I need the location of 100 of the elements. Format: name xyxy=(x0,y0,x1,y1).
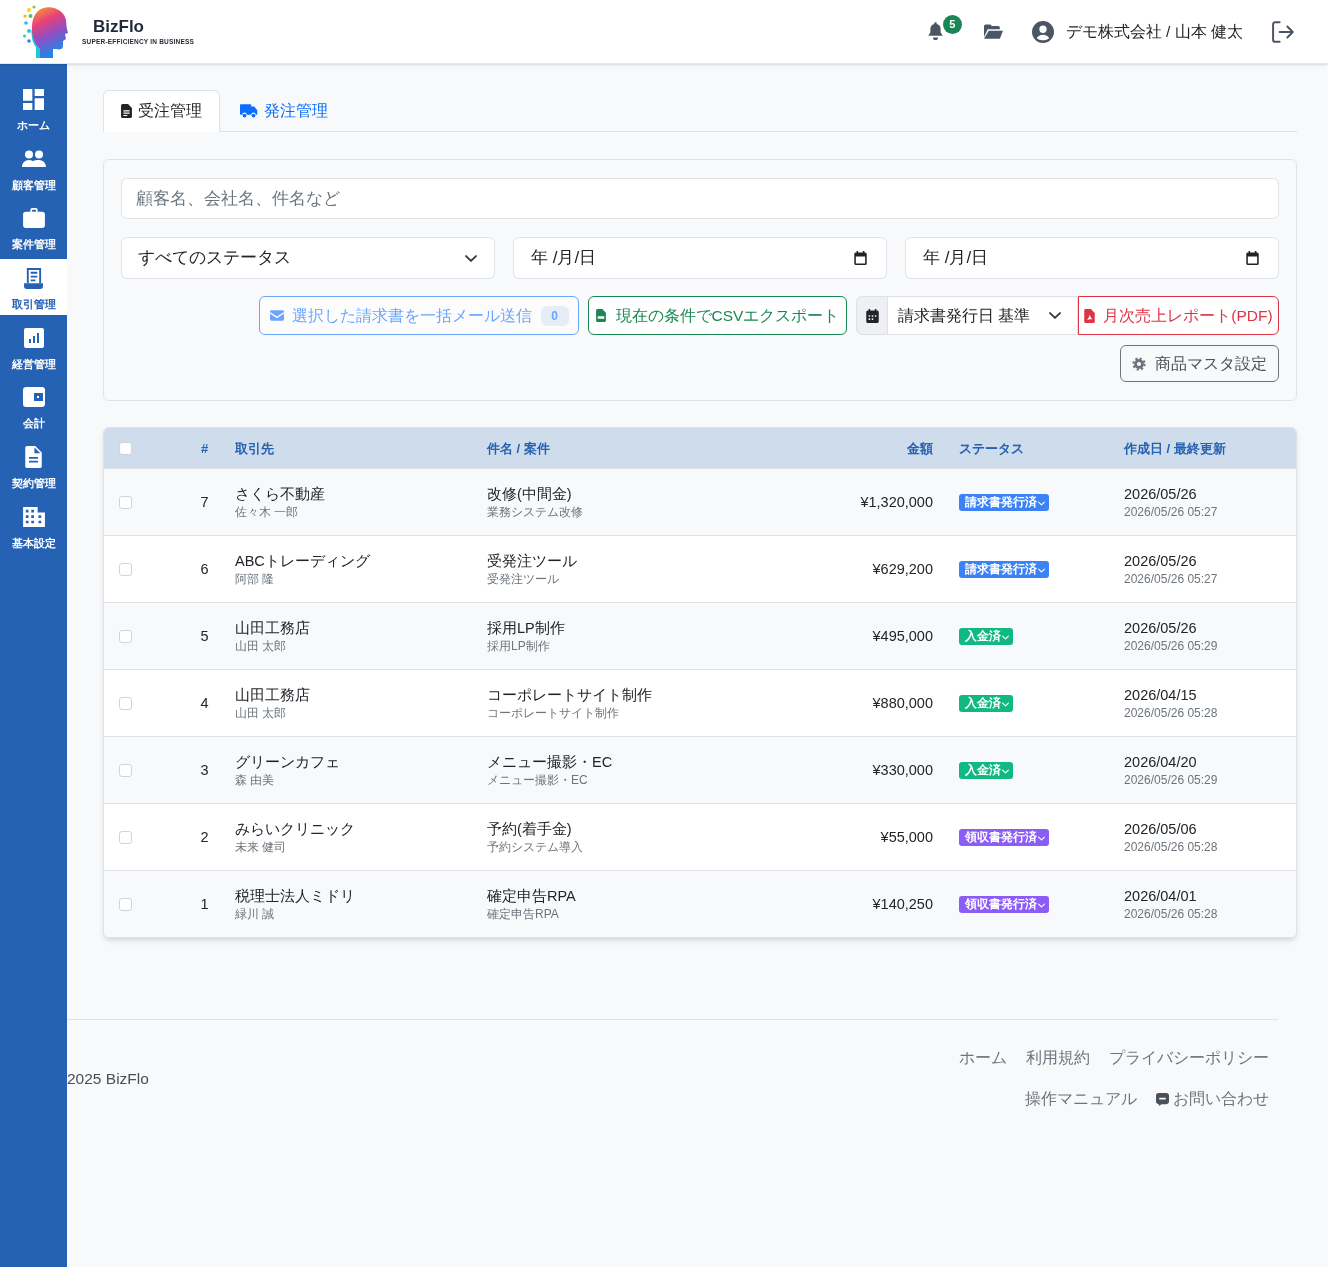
contact-name: 山田 太郎 xyxy=(235,637,287,654)
status-dropdown[interactable]: 入金済 xyxy=(959,627,1013,645)
csv-export-button[interactable]: 現在の条件でCSVエクスポート xyxy=(588,296,847,335)
count-badge: 0 xyxy=(540,305,569,326)
status-dropdown[interactable]: 入金済 xyxy=(959,694,1013,712)
deal-title: 受発注ツール xyxy=(487,551,577,571)
folder-icon[interactable] xyxy=(983,24,1003,39)
created-date: 2026/05/06 xyxy=(1124,819,1197,839)
column-header: 作成日 / 最終更新 xyxy=(1124,441,1226,456)
project-name: 業務システム改修 xyxy=(487,503,583,520)
updated-datetime: 2026/05/26 05:27 xyxy=(1124,570,1218,587)
file-icon xyxy=(1084,308,1096,323)
checkbox[interactable] xyxy=(119,629,132,643)
status-dropdown[interactable]: 請求書発行済 xyxy=(959,560,1049,578)
row-number: 7 xyxy=(200,494,209,510)
deal-title: 採用LP制作 xyxy=(487,618,565,638)
project-name: 採用LP制作 xyxy=(487,637,550,654)
logout-icon[interactable] xyxy=(1272,20,1295,43)
created-date: 2026/05/26 xyxy=(1124,484,1197,504)
amount: ¥140,250 xyxy=(872,896,933,912)
project-name: 予約システム導入 xyxy=(487,838,583,855)
document-icon xyxy=(25,446,42,469)
tab[interactable]: 発注管理 xyxy=(220,90,346,132)
checkbox[interactable] xyxy=(119,763,132,777)
tab[interactable]: 受注管理 xyxy=(103,90,220,132)
chevron-down-icon xyxy=(1038,903,1045,908)
status-dropdown[interactable]: 入金済 xyxy=(959,761,1013,779)
updated-datetime: 2026/05/26 05:27 xyxy=(1124,503,1218,520)
monthly-report-button[interactable]: 月次売上レポート(PDF) xyxy=(1078,296,1279,335)
row-number: 2 xyxy=(200,829,209,845)
status-select[interactable]: すべてのステータス xyxy=(121,237,495,279)
truck-icon xyxy=(240,104,258,118)
footer-link[interactable]: 利用規約 xyxy=(1026,1046,1090,1070)
amount: ¥629,200 xyxy=(872,561,933,577)
date-field[interactable]: 年 /月/日 xyxy=(905,237,1279,279)
sidebar-item[interactable]: 経営管理 xyxy=(0,318,67,375)
chevron-down-icon xyxy=(1002,769,1009,774)
created-date: 2026/05/26 xyxy=(1124,618,1197,638)
created-date: 2026/04/01 xyxy=(1124,886,1197,906)
chat-icon xyxy=(1156,1092,1169,1106)
sidebar-item[interactable]: 会計 xyxy=(0,378,67,435)
bar-chart-icon xyxy=(23,327,44,348)
date-basis-select[interactable]: 請求書発行日 基準 xyxy=(888,296,1078,335)
client-name: グリーンカフェ xyxy=(235,752,340,772)
product-master-button[interactable]: 商品マスタ設定 xyxy=(1120,345,1279,382)
receipt-icon xyxy=(24,267,43,289)
sidebar-item[interactable]: ホーム xyxy=(0,80,67,136)
sidebar-item[interactable]: 基本設定 xyxy=(0,497,67,554)
checkbox[interactable] xyxy=(119,495,132,509)
sidebar-item[interactable]: 案件管理 xyxy=(0,199,67,256)
row-number: 3 xyxy=(200,762,209,778)
dashboard-icon xyxy=(23,88,44,110)
deal-title: メニュー撮影・EC xyxy=(487,752,613,772)
updated-datetime: 2026/05/26 05:28 xyxy=(1124,905,1218,922)
checkbox[interactable] xyxy=(119,897,132,911)
bell-icon[interactable] xyxy=(926,22,944,41)
date-field[interactable]: 年 /月/日 xyxy=(513,237,887,279)
column-header: ステータス xyxy=(959,441,1024,456)
calendar-icon xyxy=(854,251,867,265)
chevron-down-icon xyxy=(1049,312,1061,319)
head-logo-icon xyxy=(22,4,68,59)
updated-datetime: 2026/05/26 05:28 xyxy=(1124,838,1218,855)
amount: ¥1,320,000 xyxy=(860,494,933,510)
footer-link[interactable]: プライバシーポリシー xyxy=(1109,1046,1269,1070)
user-avatar-icon[interactable] xyxy=(1031,20,1054,43)
client-name: ABCトレーディング xyxy=(235,551,370,571)
footer-link[interactable]: お問い合わせ xyxy=(1156,1087,1269,1111)
amount: ¥55,000 xyxy=(880,829,933,845)
column-header: 取引先 xyxy=(235,441,274,456)
chevron-down-icon xyxy=(465,254,477,262)
deal-title: 予約(着手金) xyxy=(487,819,572,839)
sidebar-item[interactable]: 顧客管理 xyxy=(0,139,67,196)
client-name: 山田工務店 xyxy=(235,618,310,638)
checkbox[interactable] xyxy=(119,830,132,844)
footer-link[interactable]: ホーム xyxy=(959,1046,1007,1070)
calendar-icon xyxy=(865,308,879,323)
client-name: 山田工務店 xyxy=(235,685,310,705)
footer-link[interactable]: 操作マニュアル xyxy=(1025,1087,1137,1111)
status-dropdown[interactable]: 請求書発行済 xyxy=(959,493,1049,511)
status-dropdown[interactable]: 領収書発行済 xyxy=(959,828,1049,846)
chevron-down-icon xyxy=(1002,635,1009,640)
status-dropdown[interactable]: 領収書発行済 xyxy=(959,895,1049,913)
chevron-down-icon xyxy=(1002,702,1009,707)
deal-title: 改修(中間金) xyxy=(487,484,572,504)
checkbox[interactable] xyxy=(119,441,132,455)
briefcase-icon xyxy=(22,208,45,229)
client-name: さくら不動産 xyxy=(235,484,325,504)
created-date: 2026/05/26 xyxy=(1124,551,1197,571)
updated-datetime: 2026/05/26 05:29 xyxy=(1124,637,1218,654)
checkbox[interactable] xyxy=(119,696,132,710)
search-field[interactable]: 顧客名、会社名、件名など xyxy=(121,178,1279,219)
updated-datetime: 2026/05/26 05:29 xyxy=(1124,771,1218,788)
sidebar-item[interactable]: 取引管理 xyxy=(0,259,67,316)
contact-name: 佐々木 一郎 xyxy=(235,503,299,520)
checkbox[interactable] xyxy=(119,562,132,576)
amount: ¥330,000 xyxy=(872,762,933,778)
amount: ¥495,000 xyxy=(872,628,933,644)
updated-datetime: 2026/05/26 05:28 xyxy=(1124,704,1218,721)
contact-name: 未来 健司 xyxy=(235,838,287,855)
sidebar-item[interactable]: 契約管理 xyxy=(0,438,67,495)
